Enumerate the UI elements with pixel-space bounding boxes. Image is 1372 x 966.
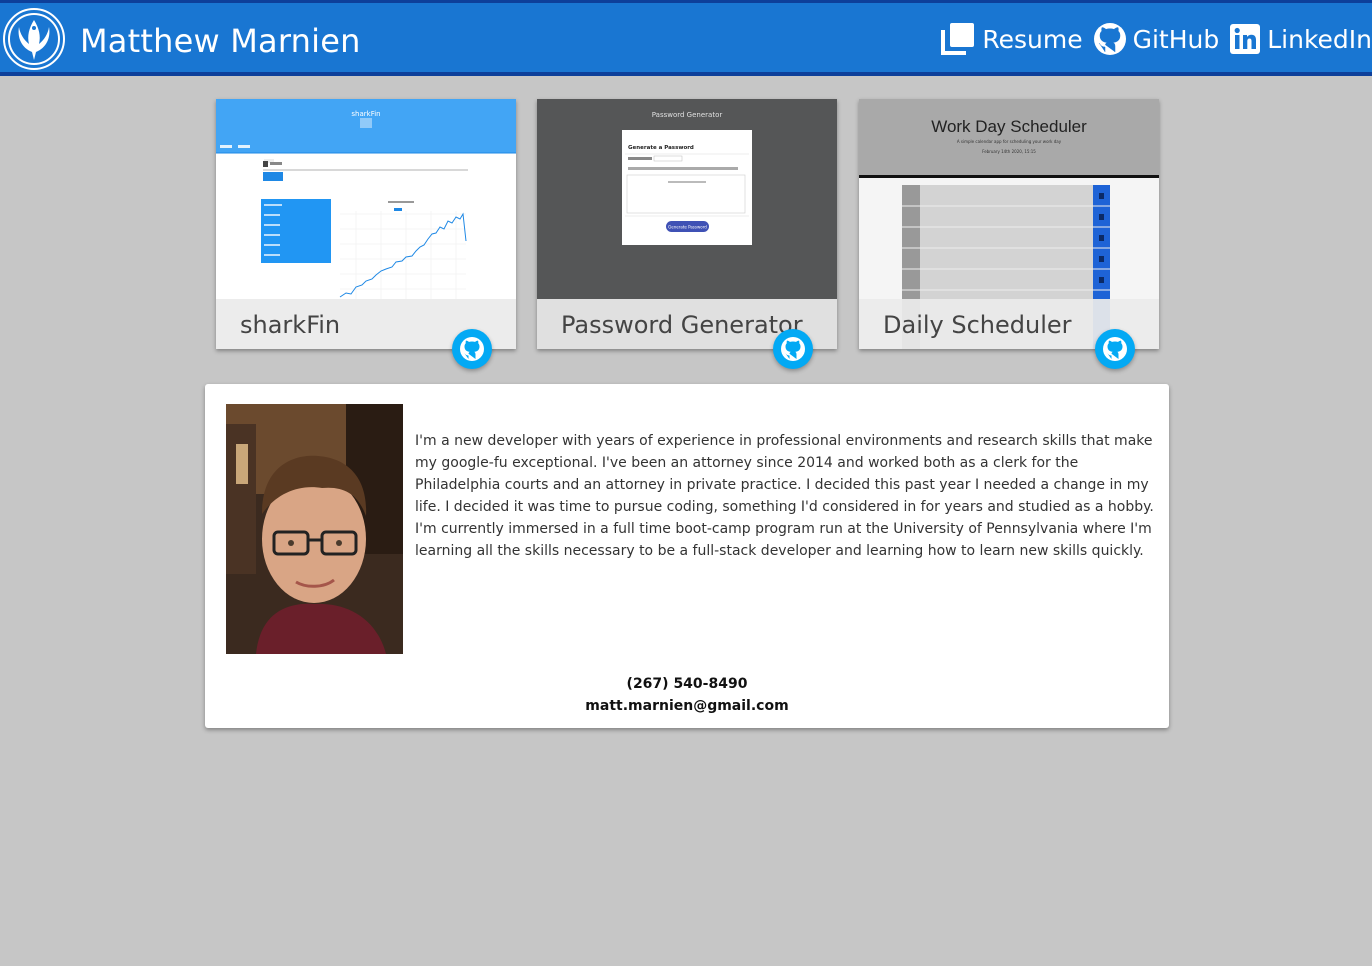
nav-github-link[interactable]: GitHub xyxy=(1093,22,1220,56)
about-card: I'm a new developer with years of experi… xyxy=(205,384,1169,728)
github-icon xyxy=(1093,23,1126,55)
nav-linkedin-label: LinkedIn xyxy=(1267,24,1372,54)
email-address[interactable]: matt.marnien@gmail.com xyxy=(205,698,1169,714)
nav-resume-label: Resume xyxy=(982,24,1083,54)
pwgen-heading: Password Generator xyxy=(652,111,723,119)
logo-icon[interactable] xyxy=(3,8,65,70)
pwgen-box-title: Generate a Password xyxy=(628,145,694,151)
nav-linkedin-link[interactable]: LinkedIn xyxy=(1229,23,1372,55)
github-repo-button[interactable] xyxy=(452,329,492,369)
profile-photo xyxy=(226,404,403,654)
scheduler-date: February 14th 2020, 15:15 xyxy=(982,149,1036,154)
github-icon xyxy=(460,337,484,361)
github-icon xyxy=(781,337,805,361)
project-title: Password Generator xyxy=(561,311,803,339)
nav-links: Resume GitHub LinkedIn xyxy=(930,19,1372,59)
scheduler-heading: Work Day Scheduler xyxy=(931,117,1087,136)
phone-number: (267) 540-8490 xyxy=(626,676,748,692)
github-repo-button[interactable] xyxy=(773,329,813,369)
sharkfin-heading: sharkFin xyxy=(351,110,380,118)
github-icon xyxy=(1103,337,1127,361)
nav-resume-link[interactable]: Resume xyxy=(940,22,1083,56)
project-title: sharkFin xyxy=(240,311,341,339)
scheduler-subtitle: A simple calendar app for scheduling you… xyxy=(957,139,1062,144)
nav-github-label: GitHub xyxy=(1132,24,1220,54)
pwgen-button-text: Generate Password xyxy=(668,225,707,230)
linkedin-icon xyxy=(1230,24,1261,54)
github-repo-button[interactable] xyxy=(1095,329,1135,369)
site-title[interactable]: Matthew Marnien xyxy=(80,22,361,60)
top-navbar: Matthew Marnien Resume GitHub LinkedIn xyxy=(0,0,1372,76)
project-title: Daily Scheduler xyxy=(883,311,1072,339)
bio-text: I'm a new developer with years of experi… xyxy=(415,433,1154,559)
documents-icon xyxy=(941,23,975,55)
project-card-password-generator[interactable]: Password Generator Generate a Password G… xyxy=(537,99,837,369)
project-card-daily-scheduler[interactable]: Work Day Scheduler A simple calendar app… xyxy=(859,99,1159,369)
project-card-sharkfin[interactable]: sharkFin sharkFin xyxy=(216,99,516,369)
